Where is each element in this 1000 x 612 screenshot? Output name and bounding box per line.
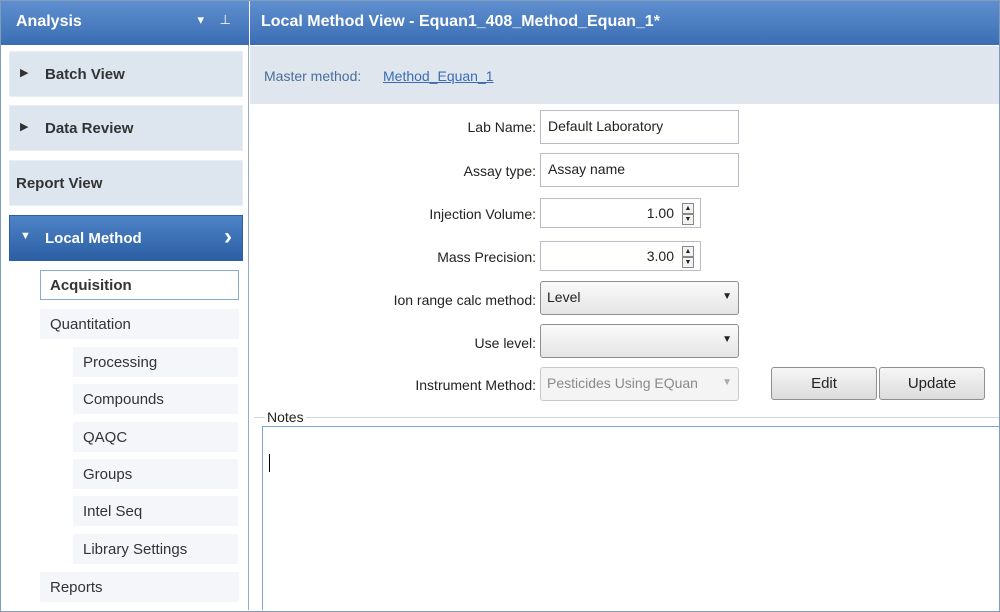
injection-volume-value: 1.00 xyxy=(646,205,674,221)
master-method-bar: Master method: Method_Equan_1 xyxy=(250,46,999,104)
dropdown-arrow-icon: ▼ xyxy=(722,291,732,302)
nav-item-acquisition[interactable]: Acquisition xyxy=(40,270,239,300)
nav-item-intel-seq[interactable]: Intel Seq xyxy=(73,496,238,526)
nav-item-label: Quantitation xyxy=(50,316,131,333)
text-cursor xyxy=(269,454,270,472)
dropdown-arrow-icon: ▼ xyxy=(722,377,732,388)
nav-section-label: Report View xyxy=(16,175,103,192)
nav-item-library-settings[interactable]: Library Settings xyxy=(73,534,238,564)
spin-down-icon[interactable]: ▼ xyxy=(682,214,694,225)
instrument-method-value: Pesticides Using EQuan xyxy=(547,375,698,391)
assay-type-label: Assay type: xyxy=(463,163,536,179)
ion-range-select[interactable]: Level ▼ xyxy=(540,281,739,315)
mass-precision-stepper[interactable]: 3.00 ▲ ▼ xyxy=(540,241,701,271)
mass-precision-spinner[interactable]: ▲ ▼ xyxy=(682,246,694,268)
local-method-view: Local Method View - Equan1_408_Method_Eq… xyxy=(250,1,999,610)
analysis-panel-title: Analysis xyxy=(16,13,82,30)
nav-item-groups[interactable]: Groups xyxy=(73,459,238,489)
expand-arrow-icon: ▶ xyxy=(20,67,29,79)
use-level-select[interactable]: ▼ xyxy=(540,324,739,358)
nav-item-compounds[interactable]: Compounds xyxy=(73,384,238,414)
nav-section-local-method[interactable]: ▼ Local Method › xyxy=(9,215,243,261)
mass-precision-label: Mass Precision: xyxy=(437,249,536,265)
injection-volume-spinner[interactable]: ▲ ▼ xyxy=(682,203,694,225)
panel-pin-icon[interactable]: ▾ ⊥ xyxy=(198,12,237,28)
spin-down-icon[interactable]: ▼ xyxy=(682,257,694,268)
spin-up-icon[interactable]: ▲ xyxy=(682,246,694,257)
view-title: Local Method View - Equan1_408_Method_Eq… xyxy=(261,13,660,30)
nav-item-label: Library Settings xyxy=(83,541,188,558)
view-header: Local Method View - Equan1_408_Method_Eq… xyxy=(250,1,999,45)
injection-volume-stepper[interactable]: 1.00 ▲ ▼ xyxy=(540,198,701,228)
nav-section-label: Data Review xyxy=(45,120,134,137)
analysis-panel-header: Analysis ▾ ⊥ xyxy=(1,1,249,45)
lab-name-value: Default Laboratory xyxy=(548,118,664,134)
master-method-label: Master method: xyxy=(264,68,362,84)
nav-item-label: Intel Seq xyxy=(83,503,143,520)
lab-name-field[interactable]: Default Laboratory xyxy=(540,110,739,144)
update-button[interactable]: Update xyxy=(879,367,985,400)
instrument-method-select: Pesticides Using EQuan ▼ xyxy=(540,367,739,401)
instrument-method-label: Instrument Method: xyxy=(415,377,536,393)
nav-item-reports[interactable]: Reports xyxy=(40,572,239,602)
edit-button[interactable]: Edit xyxy=(771,367,877,400)
nav-item-label: Groups xyxy=(83,466,133,483)
nav-item-qaqc[interactable]: QAQC xyxy=(73,422,238,452)
master-method-link[interactable]: Method_Equan_1 xyxy=(383,68,494,84)
chevron-right-icon: › xyxy=(224,223,232,250)
injection-volume-label: Injection Volume: xyxy=(429,206,536,222)
nav-item-label: Compounds xyxy=(83,391,164,408)
nav-section-label: Batch View xyxy=(45,66,125,83)
ion-range-label: Ion range calc method: xyxy=(393,292,536,308)
nav-section-label: Local Method xyxy=(45,230,142,247)
use-level-label: Use level: xyxy=(474,335,536,351)
assay-type-value: Assay name xyxy=(548,161,626,177)
collapse-arrow-icon: ▼ xyxy=(20,230,31,242)
dropdown-arrow-icon: ▼ xyxy=(722,334,732,345)
spin-up-icon[interactable]: ▲ xyxy=(682,203,694,214)
notes-label: Notes xyxy=(265,409,306,425)
mass-precision-value: 3.00 xyxy=(646,248,674,264)
nav-section-batch-view[interactable]: ▶ Batch View xyxy=(9,51,243,97)
nav-item-label: Processing xyxy=(83,354,158,371)
analysis-panel: Analysis ▾ ⊥ ▶ Batch View ▶ Data Review … xyxy=(1,1,249,610)
nav-item-label: Acquisition xyxy=(50,277,132,294)
notes-textarea[interactable] xyxy=(262,426,999,610)
assay-type-field[interactable]: Assay name xyxy=(540,153,739,187)
nav-item-label: QAQC xyxy=(83,429,128,446)
lab-name-label: Lab Name: xyxy=(467,119,536,135)
expand-arrow-icon: ▶ xyxy=(20,121,29,133)
notes-divider xyxy=(254,417,999,418)
nav-section-report-view[interactable]: Report View xyxy=(9,160,243,206)
nav-item-processing[interactable]: Processing xyxy=(73,347,238,377)
ion-range-value: Level xyxy=(547,289,581,305)
nav-item-label: Reports xyxy=(50,579,103,596)
nav-item-quantitation[interactable]: Quantitation xyxy=(40,309,239,339)
nav-section-data-review[interactable]: ▶ Data Review xyxy=(9,105,243,151)
